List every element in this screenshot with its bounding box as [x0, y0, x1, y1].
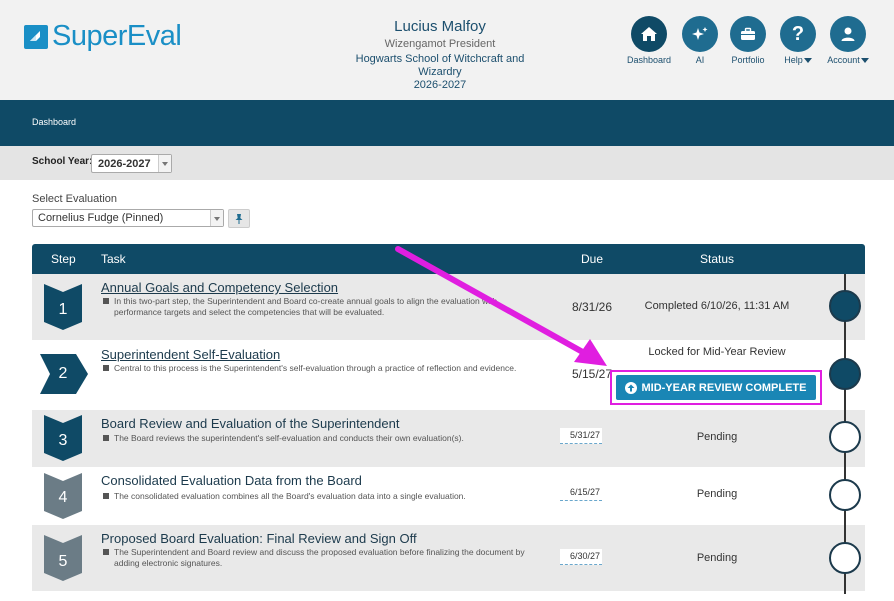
status-text: Completed 6/10/26, 11:31 AM — [644, 300, 790, 312]
status-text: Pending — [696, 488, 738, 500]
due-date-field[interactable]: 6/30/27 — [560, 549, 602, 565]
dashboard-bar: Dashboard — [0, 100, 894, 146]
bullet-icon — [103, 549, 109, 555]
bullet-icon — [103, 435, 109, 441]
header-task: Task — [101, 252, 126, 266]
step-number: 5 — [58, 553, 68, 570]
task-description-text: The Board reviews the superintendent's s… — [114, 433, 464, 443]
step-dot-pending — [829, 542, 861, 574]
table-row: 1 Annual Goals and Competency Selection … — [32, 274, 865, 340]
logo-mark-icon — [24, 24, 48, 49]
header-status: Status — [700, 252, 735, 266]
table-row: 5 Proposed Board Evaluation: Final Revie… — [32, 525, 865, 591]
task-description: The consolidated evaluation combines all… — [103, 491, 543, 502]
user-name: Lucius Malfoy — [394, 18, 486, 35]
step-number: 2 — [58, 365, 68, 382]
nav-account-label: Account — [827, 55, 860, 65]
chevron-down-icon — [860, 58, 869, 64]
step-number: 3 — [58, 432, 68, 449]
home-icon — [631, 16, 667, 52]
pin-icon — [235, 213, 243, 224]
chevron-down-icon — [158, 155, 171, 172]
school-year-label: School Year: — [32, 156, 93, 167]
nav-help[interactable]: ? Help — [776, 16, 820, 65]
step-dot-complete — [829, 290, 861, 322]
task-title-link[interactable]: Annual Goals and Competency Selection — [101, 280, 338, 295]
evaluation-select[interactable]: Cornelius Fudge (Pinned) — [32, 209, 224, 227]
task-title: Consolidated Evaluation Data from the Bo… — [101, 473, 362, 488]
task-description-text: The consolidated evaluation combines all… — [114, 491, 466, 501]
school-year-value: 2026-2027 — [98, 158, 151, 170]
step-dot-pending — [829, 421, 861, 453]
nav-portfolio-label: Portfolio — [731, 55, 765, 65]
select-evaluation-label: Select Evaluation — [32, 193, 117, 205]
step-dot-active — [829, 358, 861, 390]
superEval-logo[interactable]: SuperEval — [24, 20, 182, 53]
mid-year-review-button-label: MID-YEAR REVIEW COMPLETE — [641, 381, 807, 394]
table-header: Step Task Due Status — [32, 244, 865, 274]
task-description-text: Central to this process is the Superinte… — [114, 363, 517, 373]
task-description: Central to this process is the Superinte… — [103, 363, 543, 374]
due-date-field[interactable]: 5/31/27 — [560, 428, 602, 444]
pin-button[interactable] — [228, 209, 250, 228]
nav-dashboard-label: Dashboard — [626, 55, 672, 65]
user-info: Lucius Malfoy Wizengamot President Hogwa… — [340, 18, 540, 91]
bullet-icon — [103, 493, 109, 499]
nav-dashboard[interactable]: Dashboard — [622, 16, 676, 65]
task-description: The Board reviews the superintendent's s… — [103, 433, 543, 444]
task-title: Proposed Board Evaluation: Final Review … — [101, 531, 417, 546]
step-dot-pending — [829, 479, 861, 511]
status-text: Pending — [696, 552, 738, 564]
school-year-select[interactable]: 2026-2027 — [91, 154, 172, 173]
arrow-up-circle-icon — [625, 381, 638, 394]
status-text: Pending — [696, 431, 738, 443]
bullet-icon — [103, 298, 109, 304]
user-organization: Hogwarts School of Witchcraft and Wizard… — [355, 53, 525, 78]
user-role: Wizengamot President — [384, 38, 496, 50]
header-step: Step — [51, 252, 76, 266]
status-text: Locked for Mid-Year Review — [648, 346, 786, 358]
task-description: The Superintendent and Board review and … — [103, 547, 543, 569]
evaluation-select-value: Cornelius Fudge (Pinned) — [38, 212, 164, 224]
due-date-field[interactable]: 6/15/27 — [560, 485, 602, 501]
breadcrumb-dashboard[interactable]: Dashboard — [32, 117, 76, 127]
top-header: SuperEval Lucius Malfoy Wizengamot Presi… — [0, 0, 894, 100]
nav-account[interactable]: Account — [820, 16, 876, 65]
logo-text: SuperEval — [52, 20, 182, 52]
chevron-down-icon — [210, 210, 223, 226]
header-due: Due — [581, 252, 604, 266]
chevron-down-icon — [803, 58, 812, 64]
task-description-text: In this two-part step, the Superintenden… — [114, 296, 498, 317]
task-description-text: The Superintendent and Board review and … — [114, 547, 525, 568]
school-year-bar: School Year: 2026-2027 — [0, 146, 894, 180]
user-year: 2026-2027 — [413, 79, 467, 91]
mid-year-review-complete-button[interactable]: MID-YEAR REVIEW COMPLETE — [616, 375, 816, 400]
bullet-icon — [103, 365, 109, 371]
task-title: Board Review and Evaluation of the Super… — [101, 416, 400, 431]
highlight-frame: MID-YEAR REVIEW COMPLETE — [610, 370, 822, 405]
sparkle-icon — [682, 16, 718, 52]
task-title-link[interactable]: Superintendent Self-Evaluation — [101, 347, 280, 362]
nav-ai[interactable]: AI — [678, 16, 722, 65]
table-row: 4 Consolidated Evaluation Data from the … — [32, 467, 865, 525]
table-row: 3 Board Review and Evaluation of the Sup… — [32, 410, 865, 467]
question-icon: ? — [780, 16, 816, 52]
step-number: 4 — [58, 489, 68, 506]
briefcase-icon — [730, 16, 766, 52]
user-icon — [830, 16, 866, 52]
top-nav: Dashboard AI Portfolio ? Help Account — [622, 16, 876, 65]
nav-portfolio[interactable]: Portfolio — [722, 16, 774, 65]
task-description: In this two-part step, the Superintenden… — [103, 296, 543, 318]
nav-ai-label: AI — [695, 55, 705, 65]
step-number: 1 — [58, 301, 68, 318]
nav-help-label: Help — [784, 55, 803, 65]
